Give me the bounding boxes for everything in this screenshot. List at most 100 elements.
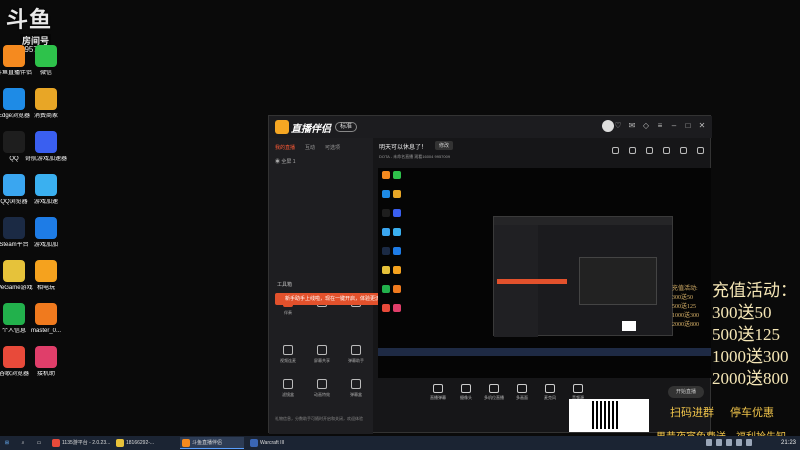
preview-desktop-icon xyxy=(382,171,390,179)
preview-desktop-icon xyxy=(382,190,390,198)
promo-overlay: 充值活动： 300送50 500送125 1000送300 2000送800 xyxy=(712,280,797,390)
taskbar-item[interactable]: 1135游平台 - 2.0.23... xyxy=(50,437,112,449)
control-icon xyxy=(573,384,583,393)
stream-title: 明天可以休息了！ xyxy=(379,145,428,151)
control-icon xyxy=(489,384,499,393)
scene-item[interactable]: ◉ 全屏 1 xyxy=(275,158,296,165)
go-live-button[interactable]: 开始直播 xyxy=(668,386,704,398)
tool-item[interactable]: 屏幕共享 xyxy=(309,343,335,369)
promo-title: 充值活动： xyxy=(712,281,797,300)
volume-icon[interactable] xyxy=(736,439,742,446)
scene-label: 全屏 1 xyxy=(281,159,296,165)
preview-desktop-icon xyxy=(393,247,401,255)
left-tabs: 我的直播 互动 可选项 xyxy=(275,144,340,151)
tray-icon[interactable] xyxy=(706,439,712,446)
share-icon[interactable] xyxy=(697,147,704,154)
app-name: 直播伴侣 xyxy=(291,124,331,135)
taskbar-app-icon xyxy=(182,439,190,447)
control-button[interactable]: 麦克风 xyxy=(535,384,565,401)
tray-icon[interactable] xyxy=(716,439,722,446)
desktop: 斗鱼 房间号 9957009 斗鱼直播伴侣微信Edge浏览器消费商家QQ奇航游戏… xyxy=(0,0,800,450)
taskbar-app-icon xyxy=(250,439,258,447)
menu-icon[interactable]: ≡ xyxy=(656,122,664,130)
close-icon[interactable]: ✕ xyxy=(698,122,706,130)
maximize-icon[interactable]: □ xyxy=(684,122,692,130)
clock[interactable]: 21:23 xyxy=(781,437,796,449)
promo-small-line: 充值活动: xyxy=(672,286,698,292)
skin-icon[interactable]: ♡ xyxy=(614,122,622,130)
tool-icon xyxy=(283,345,293,355)
eye-icon[interactable]: ◉ xyxy=(275,159,280,165)
bell-icon[interactable] xyxy=(680,147,687,154)
lock-icon[interactable] xyxy=(629,147,636,154)
live-preview[interactable] xyxy=(378,168,711,378)
taskbar-app-icon xyxy=(116,439,124,447)
promo-small-line: 2000送800 xyxy=(672,322,700,328)
tool-icon xyxy=(317,379,327,389)
nested-inner-window xyxy=(579,257,657,305)
app-icon xyxy=(35,174,57,196)
stream-subtitle: DOTA - 未命名直播 观看16004 9957009 xyxy=(379,154,451,159)
grid-icon[interactable] xyxy=(612,147,619,154)
tool-item[interactable]: 滤镜盒 xyxy=(275,377,301,403)
control-label: 摄像头 xyxy=(460,395,472,400)
tool-item[interactable]: 弹幕助手 xyxy=(343,343,369,369)
control-button[interactable]: 直播弹幕 xyxy=(423,384,453,401)
preview-desktop-icon xyxy=(393,209,401,217)
tab-my-live[interactable]: 我的直播 xyxy=(275,144,295,151)
app-icon xyxy=(35,88,57,110)
minimize-icon[interactable]: – xyxy=(670,122,678,130)
network-icon[interactable] xyxy=(746,439,752,446)
tool-item[interactable]: 弹幕盒 xyxy=(343,377,369,403)
preview-desktop-icon xyxy=(382,228,390,236)
control-icon xyxy=(517,384,527,393)
qr-pattern xyxy=(592,401,618,429)
tab-interact[interactable]: 互动 xyxy=(305,144,315,151)
preview-taskbar xyxy=(378,348,711,356)
modify-title-button[interactable]: 修改 xyxy=(435,141,454,150)
taskbar-item-label: Warcraft III xyxy=(260,440,285,446)
title-bar[interactable]: 直播伴侣 标准 ♡ ✉ ◇ ≡ – □ ✕ xyxy=(269,116,712,138)
preview-desktop-icon xyxy=(393,285,401,293)
preview-desktop-icon xyxy=(382,209,390,217)
task-view-icon[interactable]: ▭ xyxy=(34,437,44,449)
taskbar-item[interactable]: Warcraft III xyxy=(248,437,308,449)
version-badge[interactable]: 标准 xyxy=(335,122,358,132)
start-icon[interactable]: ⊞ xyxy=(2,437,12,449)
promo-line: 300送50 xyxy=(712,303,772,322)
control-button[interactable]: 摄像头 xyxy=(451,384,481,401)
desktop-icon-label: 接机助 xyxy=(36,371,55,377)
taskbar-item[interactable]: 斗鱼直播伴侣 xyxy=(180,437,244,449)
tool-item[interactable]: 视频连麦 xyxy=(275,343,301,369)
preview-panel: 明天可以休息了！ 修改 DOTA - 未命名直播 观看16004 9957009 xyxy=(373,138,712,434)
tool-icon xyxy=(317,345,327,355)
tool-label: 伴奏 xyxy=(284,310,292,315)
desktop-icon[interactable]: 接机助 xyxy=(20,346,72,398)
avatar[interactable] xyxy=(602,120,614,132)
live-companion-window[interactable]: 直播伴侣 标准 ♡ ✉ ◇ ≡ – □ ✕ 我的直播 互动 可选项 ◉ 全屏 1 xyxy=(268,115,712,434)
taskbar-item-label: 18166292-... xyxy=(126,440,155,446)
parking-label: 停车优惠 xyxy=(730,407,774,419)
preview-desktop-icon xyxy=(393,266,401,274)
mail-icon[interactable]: ✉ xyxy=(628,122,636,130)
control-button[interactable]: 多机位直播 xyxy=(479,384,509,401)
promo-line: 1000送300 xyxy=(712,347,789,366)
control-icon xyxy=(433,384,443,393)
save-icon[interactable] xyxy=(646,147,653,154)
record-icon[interactable] xyxy=(663,147,670,154)
desktop-icon-label: 消费商家 xyxy=(33,113,58,119)
nested-qr xyxy=(622,321,636,331)
app-logo-icon xyxy=(275,120,289,134)
control-label: 多机位直播 xyxy=(484,395,504,400)
taskbar-item[interactable]: 18166292-... xyxy=(114,437,178,449)
shield-icon[interactable]: ◇ xyxy=(642,122,650,130)
watermark-logo: 斗鱼 xyxy=(6,7,53,32)
preview-desktop-icon xyxy=(382,304,390,312)
tab-options[interactable]: 可选项 xyxy=(325,144,340,151)
tray-icon[interactable] xyxy=(726,439,732,446)
control-button[interactable]: 多画面 xyxy=(507,384,537,401)
app-icon xyxy=(35,260,57,282)
search-icon[interactable]: ⌕ xyxy=(18,437,28,449)
windows-taskbar: ⊞ ⌕ ▭ 1135游平台 - 2.0.23... 18166292-... 斗鱼直… xyxy=(0,436,800,450)
tool-item[interactable]: 动画特效 xyxy=(309,377,335,403)
